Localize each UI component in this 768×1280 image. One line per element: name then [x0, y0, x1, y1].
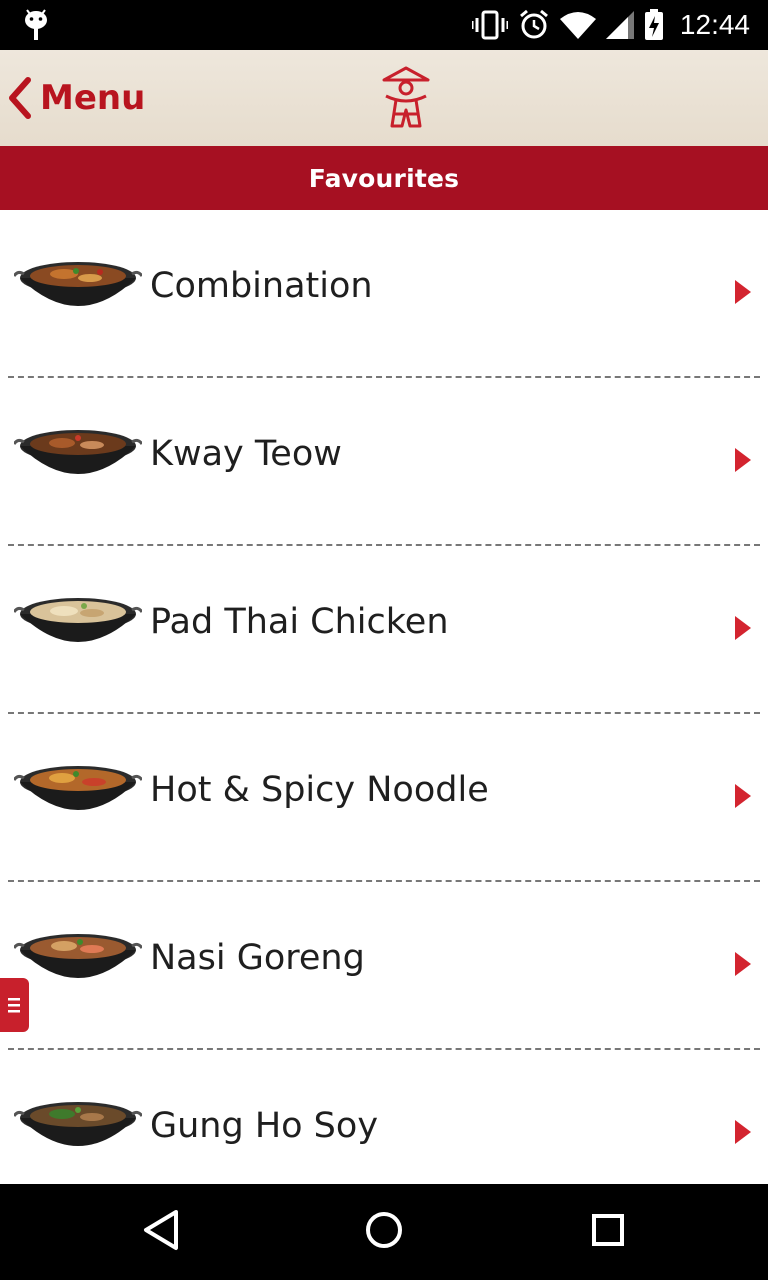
home-circle-icon[interactable]: [364, 1208, 404, 1252]
list-item-kway-teow[interactable]: Kway Teow: [0, 378, 768, 546]
app-header: Menu: [0, 50, 768, 146]
wok-dish-icon: [14, 262, 142, 306]
caret-right-icon: [735, 1120, 751, 1144]
battery-charging-icon: [644, 9, 663, 40]
status-clock: 12:44: [679, 9, 750, 40]
system-nav-bar: [0, 1184, 768, 1280]
side-drawer-tab[interactable]: [0, 978, 29, 1032]
section-header: Favourites: [0, 146, 768, 210]
back-menu-button[interactable]: Menu: [6, 72, 145, 124]
caret-right-icon: [735, 448, 751, 472]
list-item-label: Gung Ho Soy: [150, 1106, 379, 1146]
list-item-nasi-goreng[interactable]: Nasi Goreng: [0, 882, 768, 1050]
caret-right-icon: [735, 280, 751, 304]
list-item-label: Nasi Goreng: [150, 938, 365, 978]
signal-icon: [605, 11, 634, 39]
list-item-pad-thai-chicken[interactable]: Pad Thai Chicken: [0, 546, 768, 714]
caret-right-icon: [735, 784, 751, 808]
wok-dish-icon: [14, 934, 142, 978]
chevron-left-icon: [9, 77, 31, 119]
android-debug-icon: [25, 9, 47, 40]
wok-dish-icon: [14, 430, 142, 474]
back-menu-label: Menu: [40, 78, 146, 118]
status-bar: 12:44: [0, 0, 768, 50]
list-item-label: Kway Teow: [150, 434, 342, 474]
section-title: Favourites: [308, 163, 460, 193]
wok-dish-icon: [14, 598, 142, 642]
wok-dish-icon: [14, 766, 142, 810]
list-item-hot-spicy-noodle[interactable]: Hot & Spicy Noodle: [0, 714, 768, 882]
favourites-list: Combination Kway Teow Pad Thai Chicken H…: [0, 210, 768, 1218]
alarm-icon: [519, 9, 548, 39]
status-icons: 12:44: [471, 0, 750, 50]
list-item-label: Pad Thai Chicken: [150, 602, 449, 642]
caret-right-icon: [735, 952, 751, 976]
recents-square-icon[interactable]: [590, 1208, 626, 1252]
list-item-label: Combination: [150, 266, 373, 306]
back-triangle-icon[interactable]: [142, 1208, 180, 1252]
chef-logo-icon: [382, 66, 430, 128]
menu-lines-icon: [7, 998, 20, 1013]
list-item-combination[interactable]: Combination: [0, 210, 768, 378]
wok-dish-icon: [14, 1102, 142, 1146]
wifi-icon: [559, 12, 596, 39]
caret-right-icon: [735, 616, 751, 640]
vibrate-icon: [471, 10, 508, 40]
list-item-label: Hot & Spicy Noodle: [150, 770, 489, 810]
